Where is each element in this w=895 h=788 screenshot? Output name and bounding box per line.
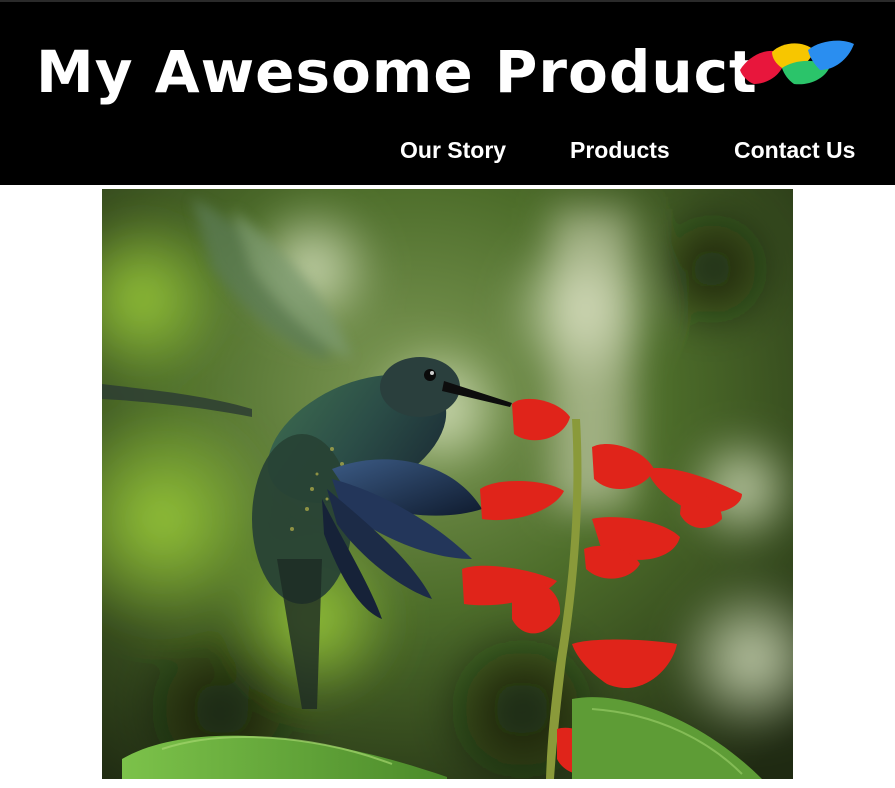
site-header: My Awesome Product Our Story Products Co… — [0, 0, 895, 185]
tricolor-petal-logo-icon[interactable] — [736, 38, 858, 90]
hummingbird-photo — [102, 189, 793, 779]
main-nav: Our Story Products Contact Us — [0, 132, 895, 168]
nav-link-products[interactable]: Products — [570, 132, 670, 168]
nav-link-our-story[interactable]: Our Story — [400, 132, 506, 168]
nav-link-contact-us[interactable]: Contact Us — [734, 132, 855, 168]
site-title: My Awesome Product — [36, 38, 758, 106]
hero-image — [102, 189, 793, 779]
